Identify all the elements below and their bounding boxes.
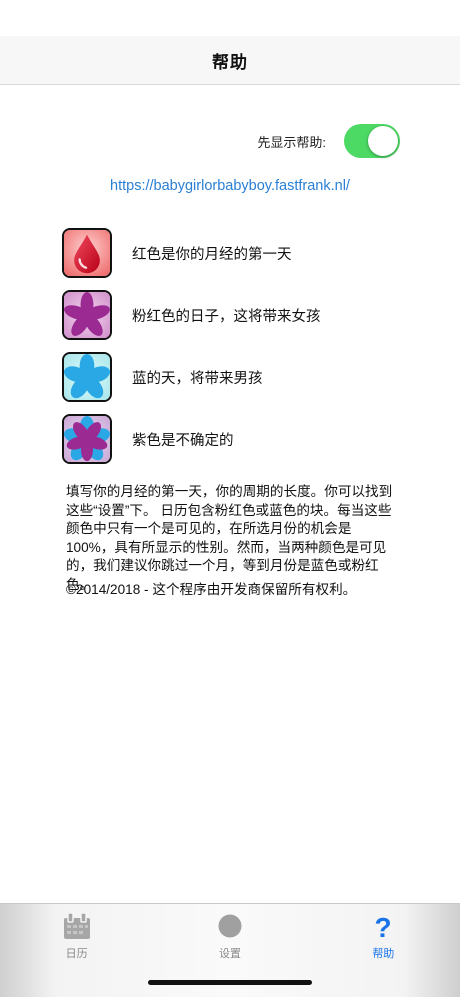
- legend-item-red: 红色是你的月经的第一天: [62, 222, 321, 284]
- legend-text: 红色是你的月经的第一天: [132, 246, 292, 263]
- status-bar-area: [0, 0, 460, 36]
- copyright-notice: ©2014/2018 - 这个程序由开发商保留所有权利。: [66, 582, 357, 597]
- tab-label: 设置: [218, 948, 241, 960]
- show-help-label: 先显示帮助:: [257, 134, 326, 150]
- legend-item-pink: 粉红色的日子，这将带来女孩: [62, 284, 321, 346]
- page-title: 帮助: [212, 52, 248, 72]
- tab-calendar[interactable]: 日历: [0, 904, 153, 997]
- tab-help[interactable]: ? 帮助: [307, 904, 460, 997]
- circle-icon: [218, 914, 242, 938]
- legend-text: 紫色是不确定的: [132, 432, 234, 449]
- legend-item-blue: 蓝的天，将带来男孩: [62, 346, 321, 408]
- tab-label: 帮助: [372, 948, 395, 960]
- help-description: 填写你的月经的第一天，你的周期的长度。你可以找到这些“设置”下。 日历包含粉红色…: [66, 484, 393, 592]
- legend-item-purple: 紫色是不确定的: [62, 408, 321, 470]
- show-help-toggle[interactable]: [344, 124, 400, 158]
- calendar-icon: [63, 912, 90, 939]
- red-drop-icon: [62, 228, 112, 278]
- legend-text: 蓝的天，将带来男孩: [132, 370, 263, 387]
- question-icon: ?: [375, 912, 392, 940]
- purple-flower-icon: [62, 414, 112, 464]
- website-link[interactable]: https://babygirlorbabyboy.fastfrank.nl/: [0, 178, 460, 194]
- show-help-first-row: 先显示帮助:: [257, 124, 400, 158]
- navigation-bar: 帮助: [0, 36, 460, 85]
- toggle-knob: [368, 126, 398, 156]
- blue-flower-icon: [62, 352, 112, 402]
- tab-label: 日历: [65, 948, 88, 960]
- home-indicator: [148, 980, 312, 985]
- color-legend: 红色是你的月经的第一天 粉红色的日子，这将带来女孩 蓝的天，将带来男孩 紫色是不…: [62, 222, 321, 470]
- pink-flower-icon: [62, 290, 112, 340]
- svg-text:?: ?: [375, 912, 392, 940]
- legend-text: 粉红色的日子，这将带来女孩: [132, 308, 321, 325]
